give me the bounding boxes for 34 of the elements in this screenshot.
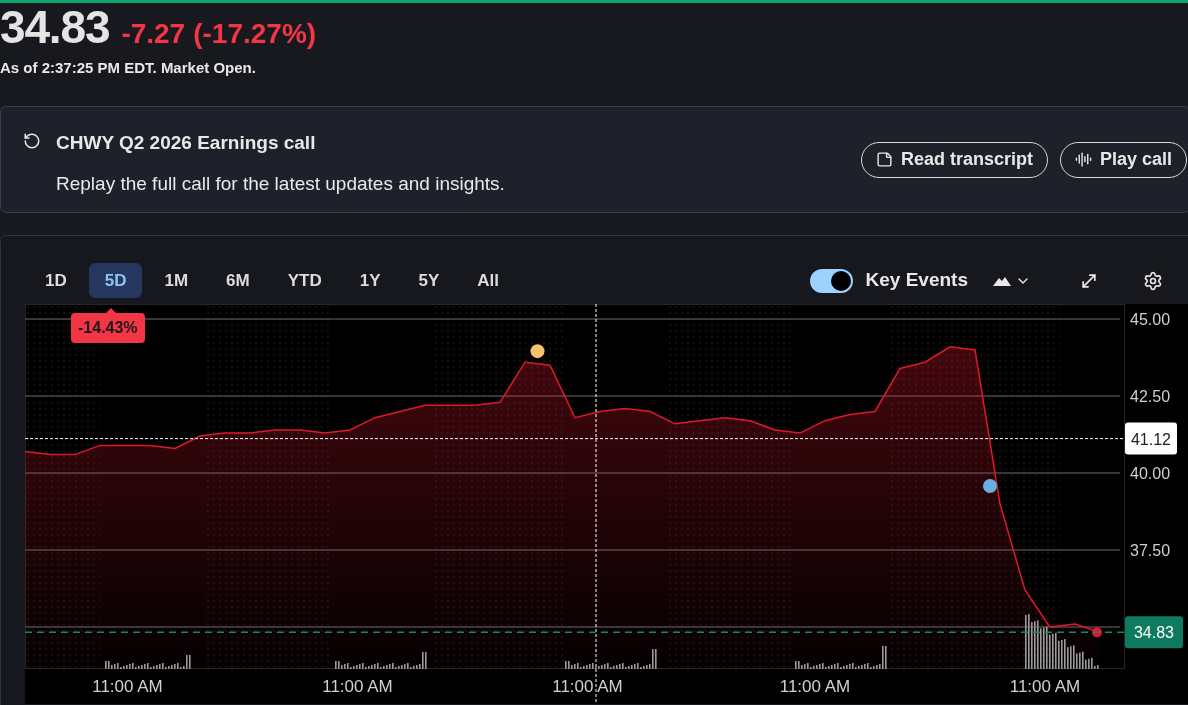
- current-price-tag: 34.83: [1125, 615, 1183, 648]
- range-tab[interactable]: 1M: [148, 263, 205, 298]
- range-tab[interactable]: YTD: [271, 263, 338, 298]
- earnings-call-subtitle: Replay the full call for the latest updates and insights.: [56, 172, 505, 196]
- price-change-percent: (-17.27%): [193, 17, 317, 51]
- audio-wave-icon: [1074, 151, 1092, 168]
- earnings-call-title: CHWY Q2 2026 Earnings call: [56, 130, 317, 155]
- replay-icon: [23, 131, 41, 150]
- x-axis-label: 11:00 AM: [552, 676, 623, 696]
- x-axis-label: 11:00 AM: [322, 676, 393, 696]
- y-axis-label: 37.50: [1130, 541, 1171, 559]
- range-tab[interactable]: 5D: [88, 263, 143, 298]
- as-of-text: As of 2:37:25 PM EDT. Market Open.: [0, 58, 257, 78]
- range-tab[interactable]: All: [461, 263, 516, 298]
- stock-price: 34.83: [0, 3, 110, 51]
- y-axis-label: 42.50: [1130, 387, 1171, 405]
- previous-close-tag: 41.12: [1125, 422, 1177, 455]
- key-events-label: Key Events: [865, 268, 968, 293]
- last-price-dot: [1092, 626, 1102, 637]
- y-axis-label: 45.00: [1130, 310, 1171, 328]
- price-change: -7.27: [121, 17, 186, 51]
- x-axis-label: 11:00 AM: [779, 676, 851, 696]
- x-axis-label: 11:00 AM: [1009, 676, 1081, 696]
- range-tab[interactable]: 6M: [210, 263, 266, 298]
- x-axis-label: 11:00 AM: [92, 676, 163, 696]
- settings-icon[interactable]: [1143, 270, 1163, 291]
- period-change-badge: -14.43%: [71, 313, 145, 343]
- note-icon: [875, 151, 893, 168]
- mountain-chart-icon: [993, 275, 1011, 286]
- y-axis-label: 40.00: [1130, 464, 1171, 482]
- key-events-toggle[interactable]: [809, 268, 853, 293]
- range-tab[interactable]: 1D: [29, 263, 83, 298]
- range-tab[interactable]: 5Y: [402, 263, 456, 298]
- range-tab[interactable]: 1Y: [343, 263, 397, 298]
